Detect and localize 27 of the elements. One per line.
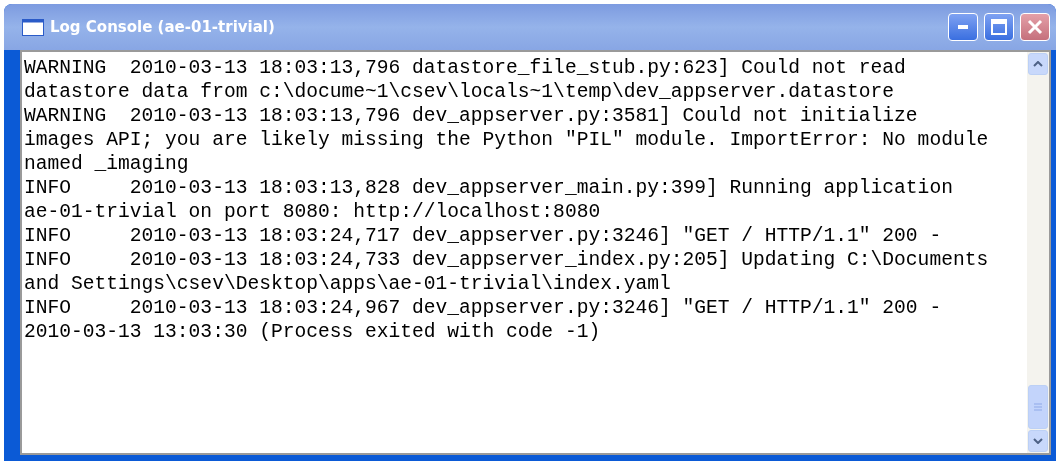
scrollbar[interactable] xyxy=(1027,52,1049,453)
chevron-up-icon xyxy=(1033,61,1043,67)
minimize-icon xyxy=(958,25,968,29)
log-line: INFO 2010-03-13 18:03:24,717 dev_appserver.py:3246] "GET / HTTP/1.1" 200 - xyxy=(24,224,942,248)
grip-icon xyxy=(1034,402,1042,412)
close-icon xyxy=(1027,19,1043,35)
log-line: datastore data from c:\docume~1\csev\locals~1\temp\dev_appserver.datastore xyxy=(24,80,895,104)
log-line: INFO 2010-03-13 18:03:24,967 dev_appserver.py:3246] "GET / HTTP/1.1" 200 - xyxy=(24,296,942,320)
log-line: INFO 2010-03-13 18:03:24,733 dev_appserver_index.py:205] Updating C:\Documents xyxy=(24,248,989,272)
chevron-down-icon xyxy=(1033,438,1043,444)
log-line: 2010-03-13 13:03:30 (Process exited with code -1) xyxy=(24,320,601,344)
log-line: ae-01-trivial on port 8080: http://localhost:8080 xyxy=(24,200,601,224)
log-line: INFO 2010-03-13 18:03:13,828 dev_appserver_main.py:399] Running application xyxy=(24,176,953,200)
scroll-thumb[interactable] xyxy=(1028,385,1048,429)
window-icon xyxy=(22,18,44,36)
log-line: and Settings\csev\Desktop\apps\ae-01-trivial\index.yaml xyxy=(24,272,671,296)
scroll-down-button[interactable] xyxy=(1028,430,1048,452)
minimize-button[interactable] xyxy=(948,13,978,41)
maximize-icon xyxy=(991,19,1007,35)
log-line: images API; you are likely missing the Python "PIL" module. ImportError: No module xyxy=(24,128,989,152)
log-line: named _imaging xyxy=(24,152,189,176)
log-line: WARNING 2010-03-13 18:03:13,796 datastore_file_stub.py:623] Could not read xyxy=(24,56,906,80)
log-line: WARNING 2010-03-13 18:03:13,796 dev_appserver.py:3581] Could not initialize xyxy=(24,104,918,128)
maximize-button[interactable] xyxy=(984,13,1014,41)
window-title: Log Console (ae-01-trivial) xyxy=(50,16,276,38)
scroll-up-button[interactable] xyxy=(1028,53,1048,75)
close-button[interactable] xyxy=(1020,13,1050,41)
